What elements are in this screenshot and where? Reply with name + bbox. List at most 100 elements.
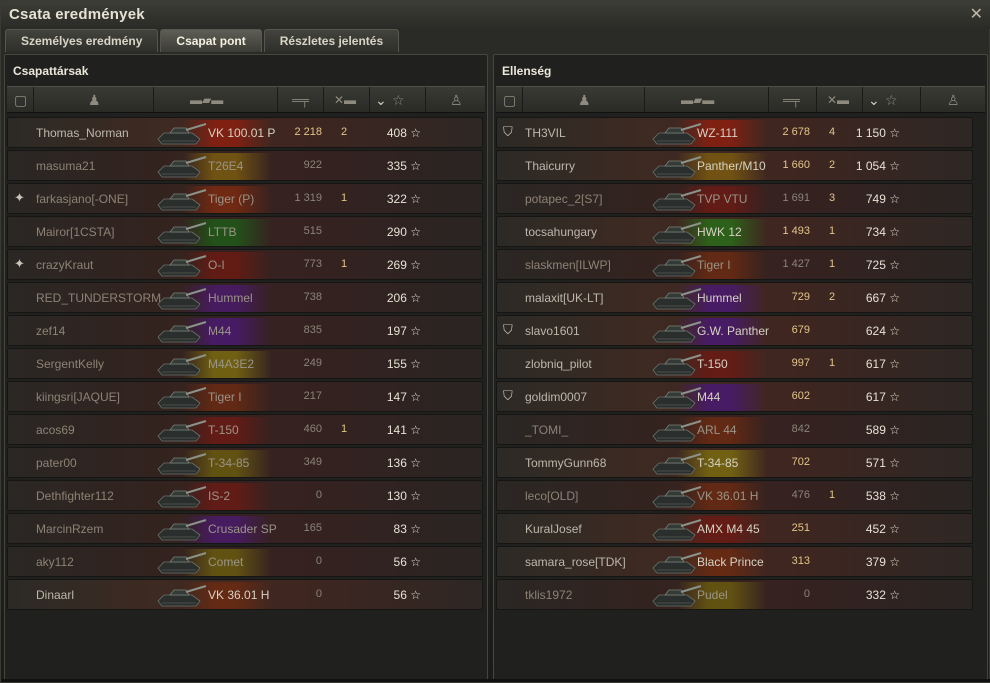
damage-value: 1 319 [294, 192, 322, 204]
kills-icon: ✕▬ [827, 93, 850, 107]
damage-value: 476 [791, 489, 810, 501]
tank-icon [152, 383, 208, 412]
player-row[interactable]: _TOMI_ ARL 44 842 589 ☆ [496, 414, 973, 445]
kills-value: 1 [340, 192, 348, 204]
player-column-header[interactable]: ♟ [523, 87, 645, 112]
platoon-icon: ⛉ [503, 388, 513, 403]
player-row[interactable]: MarcinRzem Crusader SP 165 83 ☆ [7, 513, 483, 544]
vehicle-name: M44 [697, 390, 721, 404]
player-row[interactable]: slaskmen[ILWP] Tiger I 1 427 1 725 ☆ [496, 249, 973, 280]
player-name: pater00 [36, 456, 77, 470]
points-value: 155 ☆ [386, 357, 421, 371]
player-row[interactable]: ⛉ goldim0007 M44 602 617 ☆ [496, 381, 973, 412]
player-row[interactable]: ⛉ TH3VIL WZ-111 2 678 4 1 150 ☆ [496, 117, 973, 148]
player-name: tocsahungary [525, 225, 598, 239]
player-row[interactable]: KuralJosef AMX M4 45 251 452 ☆ [496, 513, 973, 544]
close-icon[interactable]: ✕ [970, 4, 983, 24]
player-row[interactable]: tocsahungary HWK 12 1 493 1 734 ☆ [496, 216, 973, 247]
damage-value: 0 [315, 588, 322, 600]
damage-value: 515 [303, 225, 322, 237]
player-column-header[interactable]: ♟ [34, 87, 154, 112]
platoon-icon: ▢ [503, 92, 517, 108]
platoon-column-header[interactable]: ▢ [496, 87, 523, 112]
kills-value: 1 [828, 489, 836, 501]
points-value: 335 ☆ [386, 159, 421, 173]
vehicle-name: T-150 [697, 357, 728, 371]
damage-column-header[interactable]: ═╤ [278, 87, 324, 112]
player-row[interactable]: potapec_2[S7] TVP VTU 1 691 3 749 ☆ [496, 183, 973, 214]
kills-column-header[interactable]: ✕▬ [324, 87, 370, 112]
player-row[interactable]: kiingsri[JAQUE] Tiger I 217 147 ☆ [7, 381, 483, 412]
points-column-header[interactable]: ⌄ ☆ [370, 87, 426, 112]
player-row[interactable]: leco[OLD] VK 36.01 H 476 1 538 ☆ [496, 480, 973, 511]
player-icon: ♟ [88, 92, 101, 108]
tank-icon [152, 152, 208, 181]
vehicle-name: VK 36.01 H [697, 489, 759, 503]
medal-icon: ♙ [450, 92, 463, 108]
player-row[interactable]: Thaicurry Panther/M10 1 660 2 1 054 ☆ [496, 150, 973, 181]
damage-column-header[interactable]: ═╤ [769, 87, 817, 112]
player-row[interactable]: zef14 M44 835 197 ☆ [7, 315, 483, 346]
player-row[interactable]: ⛉ slavo1601 G.W. Panther 679 624 ☆ [496, 315, 973, 346]
tank-icon [152, 449, 208, 478]
player-row[interactable]: malaxit[UK-LT] Hummel 729 2 667 ☆ [496, 282, 973, 313]
vehicle-name: T-34-85 [208, 456, 250, 470]
player-row[interactable]: Dethfighter112 IS-2 0 130 ☆ [7, 480, 483, 511]
kills-value: 2 [828, 159, 836, 171]
tab-personal-results[interactable]: Személyes eredmény [5, 29, 159, 52]
player-row[interactable]: SergentKelly M4A3E2 249 155 ☆ [7, 348, 483, 379]
player-row[interactable]: Thomas_Norman VK 100.01 P 2 218 2 408 ☆ [7, 117, 483, 148]
tab-team-score[interactable]: Csapat pont [160, 29, 262, 52]
vehicle-name: M44 [208, 324, 232, 338]
vehicle-name: O-I [208, 258, 225, 272]
player-row[interactable]: acos69 T-150 460 1 141 ☆ [7, 414, 483, 445]
vehicle-name: HWK 12 [697, 225, 742, 239]
platoon-icon: ⛉ [503, 322, 513, 337]
points-value: 571 ☆ [865, 456, 900, 470]
player-row[interactable]: aky112 Comet 0 56 ☆ [7, 546, 483, 577]
points-value: 269 ☆ [386, 258, 421, 272]
damage-value: 165 [303, 522, 322, 534]
medals-column-header[interactable]: ♙ [921, 87, 985, 112]
enemies-title: Ellenség [502, 64, 552, 78]
points-value: 452 ☆ [865, 522, 900, 536]
player-row[interactable]: ✦ farkasjano[-ONE] Tiger (P) 1 319 1 322 ☆ [7, 183, 483, 214]
player-row[interactable]: RED_TUNDERSTORM Hummel 738 206 ☆ [7, 282, 483, 313]
medals-column-header[interactable]: ♙ [426, 87, 485, 112]
tank-icon [152, 119, 208, 148]
damage-value: 1 660 [782, 159, 810, 171]
player-name: kiingsri[JAQUE] [36, 390, 121, 404]
player-name: TommyGunn68 [525, 456, 607, 470]
kills-value: 1 [828, 357, 836, 369]
damage-value: 217 [303, 390, 322, 402]
kills-column-header[interactable]: ✕▬ [817, 87, 863, 112]
player-row[interactable]: zlobniq_pilot T-150 997 1 617 ☆ [496, 348, 973, 379]
player-row[interactable]: Mairor[1CSTA] LTTB 515 290 ☆ [7, 216, 483, 247]
damage-value: 460 [303, 423, 322, 435]
tank-icon [152, 185, 208, 214]
player-row[interactable]: pater00 T-34-85 349 136 ☆ [7, 447, 483, 478]
player-name: TH3VIL [525, 126, 566, 140]
vehicle-name: WZ-111 [697, 126, 738, 140]
tank-icon: ▬▰▬ [190, 93, 224, 107]
player-row[interactable]: TommyGunn68 T-34-85 702 571 ☆ [496, 447, 973, 478]
player-row[interactable]: tklis1972 Pudel 0 332 ☆ [496, 579, 973, 610]
player-row[interactable]: ✦ crazyKraut O-I 773 1 269 ☆ [7, 249, 483, 280]
damage-value: 0 [803, 588, 810, 600]
tank-icon [152, 317, 208, 346]
player-row[interactable]: masuma21 T26E4 922 335 ☆ [7, 150, 483, 181]
vehicle-column-header[interactable]: ▬▰▬ [154, 87, 278, 112]
points-value: 56 ☆ [393, 588, 421, 602]
points-column-header[interactable]: ⌄ ☆ [863, 87, 921, 112]
points-value: 290 ☆ [386, 225, 421, 239]
platoon-column-header[interactable]: ▢ [7, 87, 34, 112]
player-name: farkasjano[-ONE] [36, 192, 129, 206]
player-row[interactable]: samara_rose[TDK] Black Prince 313 379 ☆ [496, 546, 973, 577]
vehicle-column-header[interactable]: ▬▰▬ [645, 87, 769, 112]
star-icon: ☆ [392, 92, 405, 108]
player-row[interactable]: Dinaarl VK 36.01 H 0 56 ☆ [7, 579, 483, 610]
tab-detailed-report[interactable]: Részletes jelentés [263, 29, 400, 52]
vehicle-name: T-34-85 [697, 456, 739, 470]
player-name: leco[OLD] [525, 489, 579, 503]
vehicle-name: Tiger I [697, 258, 731, 272]
